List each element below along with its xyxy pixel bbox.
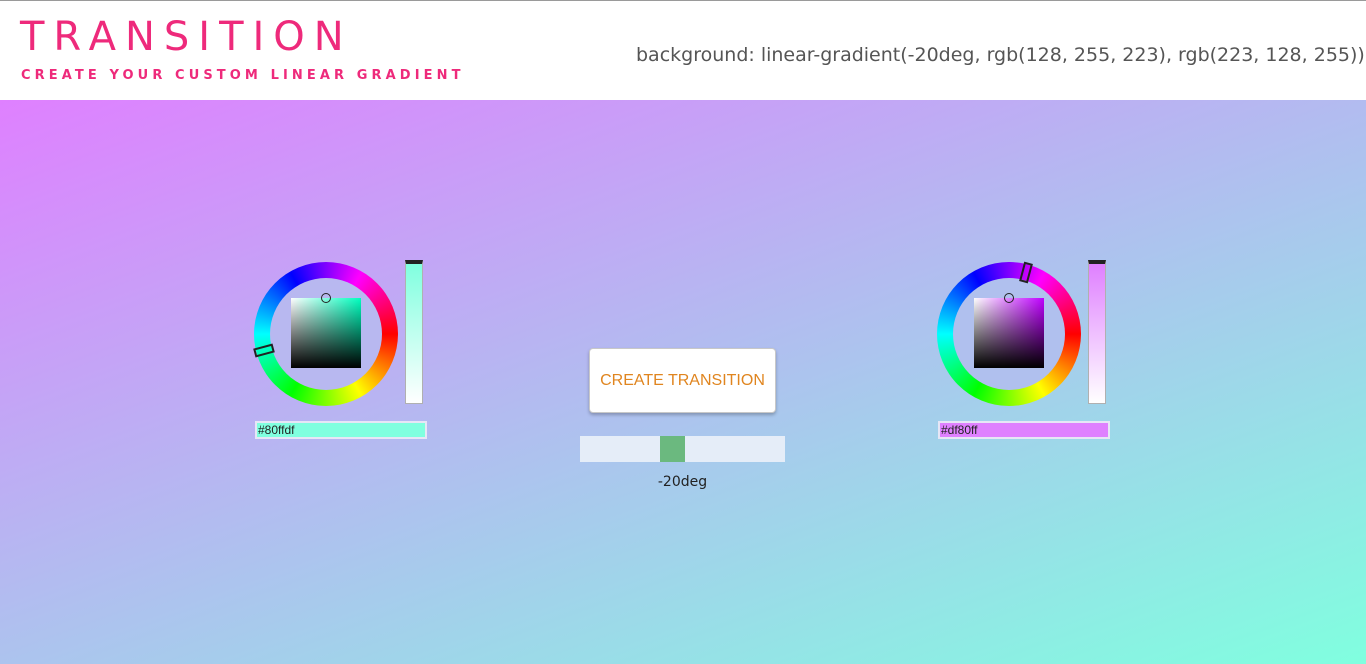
- css-output-text[interactable]: background: linear-gradient(-20deg, rgb(…: [636, 43, 1366, 67]
- app-header: TRANSITION CREATE YOUR CUSTOM LINEAR GRA…: [0, 1, 1366, 100]
- lightness-slider[interactable]: [1088, 260, 1106, 404]
- saturation-value-cursor[interactable]: [321, 293, 331, 303]
- lightness-slider[interactable]: [405, 260, 423, 404]
- angle-slider-thumb[interactable]: [660, 436, 685, 462]
- saturation-value-square[interactable]: [291, 293, 361, 368]
- angle-value-label: -20deg: [657, 474, 708, 490]
- app-logo: TRANSITION: [20, 14, 353, 60]
- create-transition-button[interactable]: CREATE TRANSITION: [589, 348, 776, 413]
- saturation-value-square[interactable]: [974, 293, 1044, 368]
- start-color-hex-input[interactable]: [255, 421, 427, 439]
- saturation-value-cursor[interactable]: [1004, 293, 1014, 303]
- end-color-picker: [937, 260, 1117, 445]
- end-color-hex-input[interactable]: [938, 421, 1110, 439]
- app-subtitle: CREATE YOUR CUSTOM LINEAR GRADIENT: [21, 68, 465, 83]
- start-color-picker: [253, 260, 434, 445]
- gradient-preview: CREATE TRANSITION -20deg: [0, 100, 1366, 664]
- angle-slider[interactable]: [580, 436, 785, 462]
